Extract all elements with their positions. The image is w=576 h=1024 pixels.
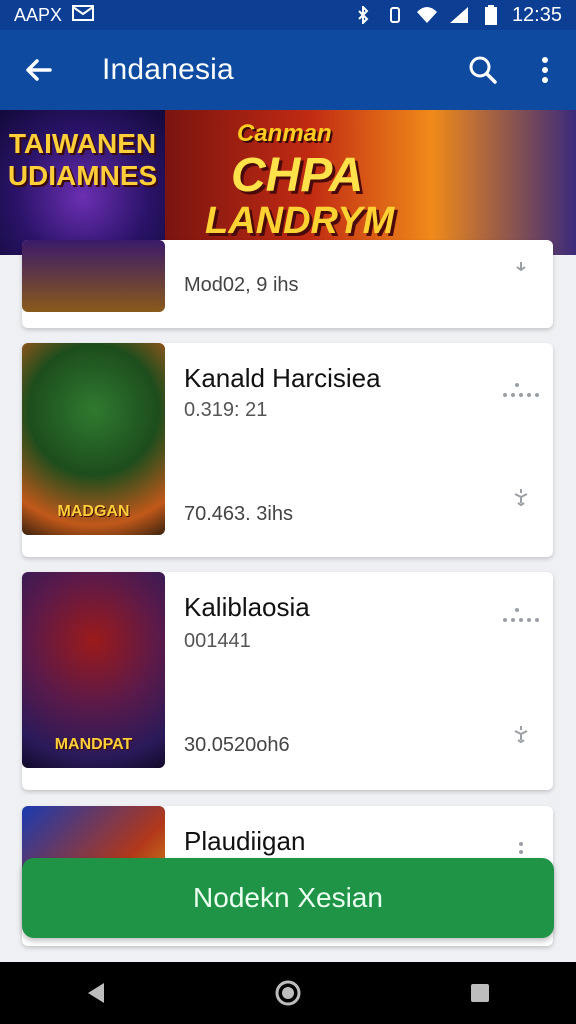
item-menu-button[interactable]	[499, 608, 543, 628]
signal-icon	[448, 6, 470, 24]
page-title: Indanesia	[102, 53, 234, 86]
vibrate-icon	[384, 6, 406, 24]
system-nav-bar	[0, 962, 576, 1024]
banner-left-text: TAIWANEN UDIAMNES	[7, 128, 158, 191]
promo-banner[interactable]: TAIWANEN UDIAMNES Canman CHPA LANDRYM	[0, 110, 576, 255]
search-button[interactable]	[452, 30, 514, 110]
game-thumbnail	[22, 240, 165, 312]
back-button[interactable]	[0, 30, 76, 110]
banner-right-art: Canman CHPA LANDRYM	[165, 110, 576, 255]
status-right: 12:35	[352, 4, 562, 27]
item-title: Kaliblaosia	[184, 592, 310, 622]
more-horiz-icon	[503, 383, 539, 397]
back-triangle-icon	[88, 983, 104, 1003]
list-item[interactable]: MADGAN Kanald Harcisiea 0.319: 21 70.463…	[22, 343, 553, 557]
more-vert-icon	[519, 842, 523, 854]
more-horiz-icon	[503, 608, 539, 622]
banner-left-art: TAIWANEN UDIAMNES	[0, 110, 165, 255]
primary-action-button[interactable]: Nodekn Xesian	[22, 858, 554, 938]
battery-icon	[480, 5, 502, 25]
nav-recents-button[interactable]	[450, 963, 510, 1023]
item-menu-button[interactable]	[499, 383, 543, 403]
banner-title-mid: CHPA	[231, 149, 364, 202]
download-icon[interactable]	[509, 485, 533, 509]
item-stat: 70.463. 3ihs	[184, 503, 293, 525]
mail-icon	[72, 4, 95, 26]
search-icon	[469, 56, 497, 84]
arrow-left-icon	[26, 59, 52, 81]
status-app-text: AAPX	[14, 4, 63, 25]
thumbnail-label: MADGAN	[57, 503, 130, 520]
overflow-menu-button[interactable]	[514, 30, 576, 110]
item-subtitle: 001441	[184, 630, 251, 652]
status-left: AAPX	[14, 4, 95, 26]
bluetooth-icon	[352, 6, 374, 24]
download-icon[interactable]	[509, 256, 533, 280]
game-thumbnail: MANDPAT	[22, 572, 165, 768]
item-stat: Mod02, 9 ihs	[184, 274, 299, 296]
status-bar: AAPX 12:35	[0, 0, 576, 30]
nav-home-button[interactable]	[258, 963, 318, 1023]
nav-back-button[interactable]	[66, 963, 126, 1023]
home-circle-icon	[275, 980, 301, 1006]
list-item[interactable]: Mod02, 9 ihs	[22, 240, 553, 328]
recents-square-icon	[471, 984, 489, 1002]
item-subtitle: 0.319: 21	[184, 399, 268, 421]
banner-title-top: Canman	[237, 120, 332, 147]
item-stat: 30.0520oh6	[184, 734, 290, 756]
wifi-icon	[416, 6, 438, 24]
item-menu-button[interactable]	[499, 840, 543, 860]
more-vert-icon	[542, 57, 548, 83]
game-thumbnail: MADGAN	[22, 343, 165, 535]
list-item[interactable]: MANDPAT Kaliblaosia 001441 30.0520oh6	[22, 572, 553, 790]
app-bar: Indanesia	[0, 30, 576, 110]
download-icon[interactable]	[509, 722, 533, 746]
item-title: Kanald Harcisiea	[184, 363, 381, 393]
banner-title-bottom: LANDRYM	[205, 200, 395, 242]
thumbnail-label: MANDPAT	[54, 736, 133, 753]
status-time: 12:35	[511, 3, 562, 26]
item-title: Plaudiigan	[184, 826, 306, 856]
